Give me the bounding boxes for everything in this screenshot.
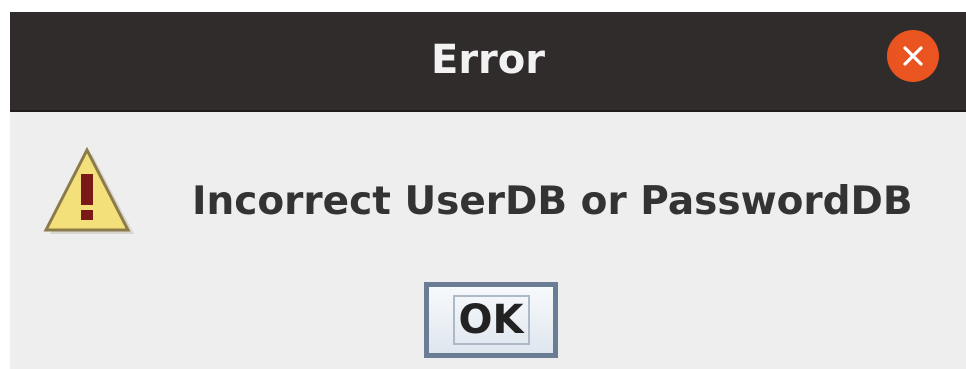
error-message: Incorrect UserDB or PasswordDB: [192, 179, 913, 224]
ok-button[interactable]: OK: [424, 282, 558, 358]
error-dialog: Error Incorrect UserDB or PasswordDB OK: [10, 12, 966, 369]
dialog-body: Incorrect UserDB or PasswordDB OK: [10, 112, 966, 369]
warning-icon: [43, 146, 134, 234]
close-button[interactable]: [887, 30, 939, 82]
close-icon: [903, 46, 923, 66]
title-bar[interactable]: Error: [10, 12, 966, 112]
dialog-title: Error: [431, 37, 545, 83]
ok-button-label: OK: [452, 295, 530, 345]
